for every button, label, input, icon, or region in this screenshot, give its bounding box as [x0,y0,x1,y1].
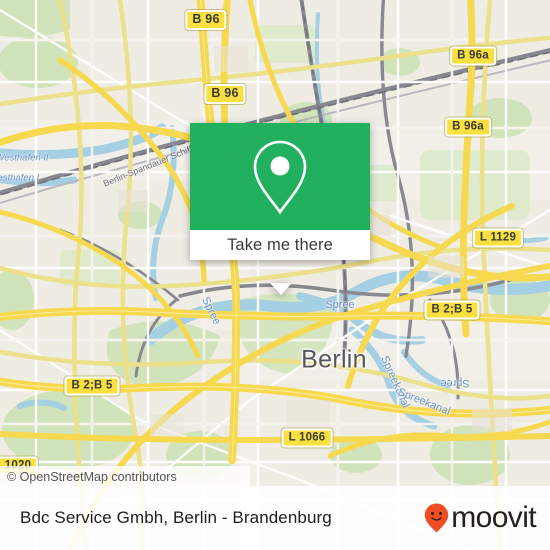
footer-bar: Bdc Service Gmbh, Berlin - Brandenburg m… [0,486,550,550]
road-shield: B 96 [204,83,246,105]
road-shield: L 1129 [472,228,524,248]
location-popup[interactable]: Take me there [190,123,370,295]
road-shield: B 2;B 5 [424,300,480,320]
map-pin-icon [253,140,307,214]
road-shield: B 2;B 5 [64,376,120,396]
attribution-text: © OpenStreetMap contributors [7,469,177,484]
map-attribution[interactable]: © OpenStreetMap contributors [0,466,250,487]
popup-header [190,123,370,230]
road-shield: B 96a [450,46,496,66]
moovit-logo[interactable]: moovit [424,501,550,535]
popup-pointer-tail [270,283,292,295]
moovit-wordmark: moovit [451,501,536,534]
take-me-there-button[interactable]: Take me there [190,230,370,260]
road-shield: B 96 [185,9,227,31]
moovit-map-screenshot: B 96 B 96 B 96a B 96a L 1129 B 2;B 5 B 2;B 5 L … [0,0,550,550]
place-title: Bdc Service Gmbh, Berlin - Brandenburg [20,508,332,527]
road-shield: B 96a [445,117,491,137]
take-me-there-label: Take me there [227,235,333,254]
moovit-pin-smiley-icon [424,503,449,533]
road-shield: L 1066 [281,428,333,448]
